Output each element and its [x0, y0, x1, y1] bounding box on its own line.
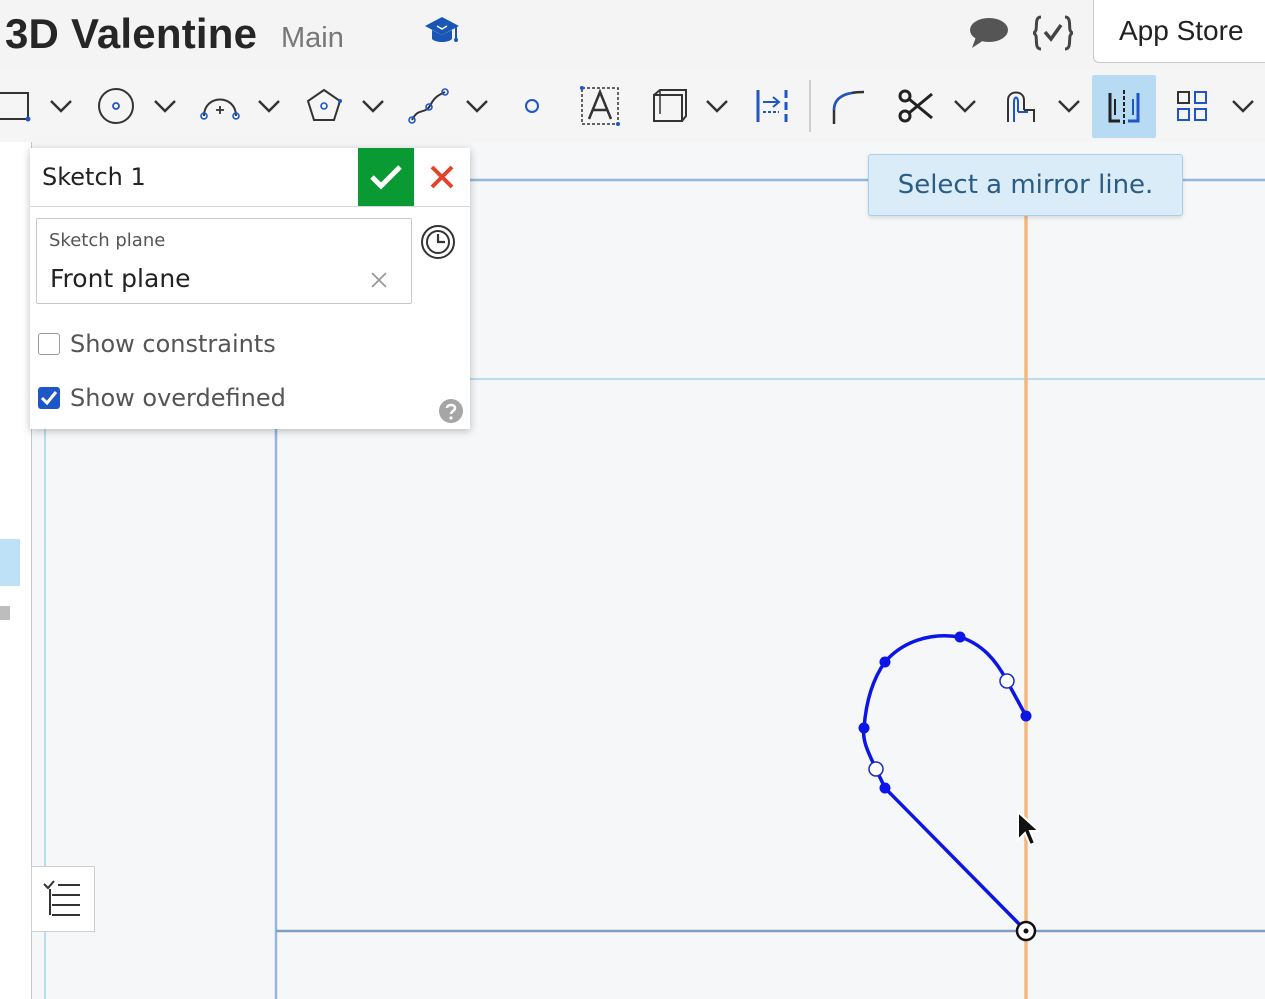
sketch-plane-label: Sketch plane — [49, 230, 166, 251]
feature-list-highlight[interactable] — [0, 539, 20, 586]
pattern-tool[interactable] — [1170, 70, 1214, 142]
rectangle-dropdown-chevron-icon[interactable] — [46, 70, 76, 142]
clear-selection-icon[interactable] — [368, 269, 390, 291]
origin-point-icon[interactable] — [1015, 920, 1037, 942]
point-tool[interactable] — [516, 70, 548, 142]
pattern-dropdown-chevron-icon[interactable] — [1228, 70, 1258, 142]
sketch-toolbar — [0, 70, 1265, 142]
featurescript-icon[interactable] — [1031, 13, 1075, 53]
show-overdefined-checkbox[interactable] — [38, 387, 60, 409]
arc-tool[interactable] — [198, 70, 242, 142]
learning-center-icon[interactable] — [423, 13, 461, 49]
show-overdefined-row[interactable]: Show overdefined — [38, 383, 286, 413]
circle-tool[interactable] — [94, 70, 138, 142]
trim-tool[interactable] — [894, 70, 938, 142]
construction-dropdown-chevron-icon[interactable] — [702, 70, 732, 142]
offset-dropdown-chevron-icon[interactable] — [1054, 70, 1084, 142]
arc-dropdown-chevron-icon[interactable] — [254, 70, 284, 142]
history-icon[interactable] — [419, 223, 457, 261]
rectangle-tool[interactable] — [0, 70, 36, 142]
spline-dropdown-chevron-icon[interactable] — [462, 70, 492, 142]
sketch-list-button[interactable] — [31, 866, 95, 932]
close-icon — [430, 165, 454, 189]
sketch-dialog-header: Sketch 1 — [30, 148, 470, 207]
mirror-tool[interactable] — [1092, 75, 1156, 138]
polygon-dropdown-chevron-icon[interactable] — [358, 70, 388, 142]
mirror-tooltip: Select a mirror line. — [868, 154, 1183, 216]
offset-tool[interactable] — [998, 70, 1042, 142]
sketch-name[interactable]: Sketch 1 — [42, 163, 146, 191]
cancel-button[interactable] — [414, 148, 470, 206]
checkbox-check-icon — [40, 391, 58, 406]
checklist-icon — [43, 880, 80, 916]
show-overdefined-label: Show overdefined — [70, 384, 286, 412]
sketch-plane-value: Front plane — [50, 264, 191, 293]
polygon-tool[interactable] — [302, 70, 346, 142]
show-constraints-label: Show constraints — [70, 330, 276, 358]
show-constraints-row[interactable]: Show constraints — [38, 329, 276, 359]
show-constraints-checkbox[interactable] — [38, 333, 60, 355]
checkmark-icon — [370, 165, 402, 190]
construction-tool[interactable] — [646, 70, 690, 142]
use-tool[interactable] — [752, 70, 794, 142]
help-icon[interactable] — [438, 398, 464, 424]
circle-dropdown-chevron-icon[interactable] — [150, 70, 180, 142]
text-tool[interactable] — [578, 70, 622, 142]
fillet-tool[interactable] — [826, 70, 870, 142]
half-heart-sketch[interactable] — [858, 631, 1032, 933]
top-plane-outline — [44, 378, 1265, 999]
toolbar-separator — [809, 80, 811, 132]
document-header: 3D Valentine Main App Store — [0, 0, 1265, 70]
accept-button[interactable] — [358, 148, 414, 206]
feature-list-marker — [0, 606, 10, 620]
comment-icon[interactable] — [966, 15, 1010, 51]
document-title[interactable]: 3D Valentine — [5, 10, 257, 58]
branch-label[interactable]: Main — [281, 22, 344, 55]
sketch-dialog: Sketch 1 Sketch plane Front plane Show c… — [30, 148, 470, 429]
sketch-plane-field[interactable]: Sketch plane Front plane — [36, 218, 412, 304]
spline-tool[interactable] — [406, 70, 450, 142]
mouse-cursor-icon — [1016, 809, 1042, 850]
app-store-button[interactable]: App Store — [1093, 0, 1265, 63]
trim-dropdown-chevron-icon[interactable] — [950, 70, 980, 142]
